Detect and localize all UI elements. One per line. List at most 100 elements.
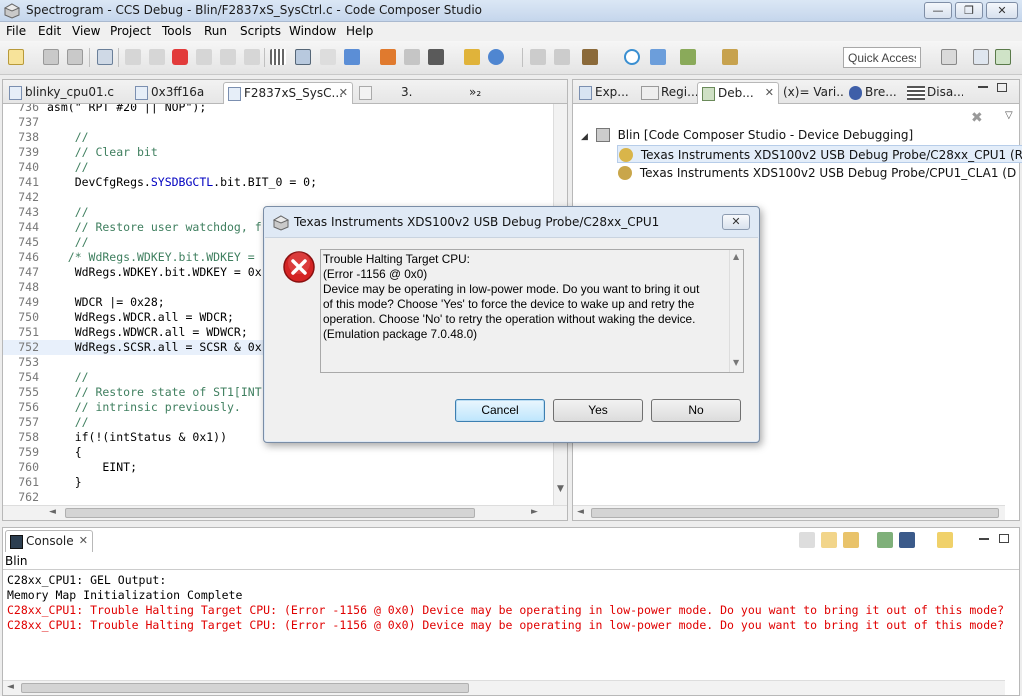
collapse-triangle-icon[interactable]: ◢ <box>581 132 588 142</box>
word-wrap-icon[interactable] <box>843 532 859 548</box>
menu-scripts[interactable]: Scripts <box>240 24 281 38</box>
tab-breakpoints[interactable]: Bre... <box>845 82 903 104</box>
terminal-icon[interactable] <box>97 49 113 65</box>
menu-edit[interactable]: Edit <box>38 24 61 38</box>
step-return-icon[interactable] <box>244 49 260 65</box>
more-tabs-button[interactable]: »₂ <box>455 82 495 104</box>
step-debug-icon[interactable] <box>650 49 666 65</box>
tree-row-cla1[interactable]: Texas Instruments XDS100v2 USB Debug Pro… <box>617 164 1017 182</box>
menu-tools[interactable]: Tools <box>162 24 192 38</box>
cancel-button[interactable]: Cancel <box>455 399 545 422</box>
editor-hscroll-thumb[interactable] <box>65 508 475 518</box>
tab-blinky-cpu01[interactable]: blinky_cpu01.c <box>5 82 129 104</box>
scroll-left-arrow-icon[interactable]: ◄ <box>577 507 584 517</box>
code-line[interactable]: 762 <box>3 490 553 505</box>
tab-expressions[interactable]: Exp... <box>575 82 637 104</box>
pin-console-icon[interactable] <box>877 532 893 548</box>
tab-f2837xs-sysctrl[interactable]: F2837xS_SysC... ✕ <box>223 82 353 104</box>
tab-disassembly[interactable]: 3. <box>355 82 425 104</box>
scroll-left-arrow-icon[interactable]: ◄ <box>49 507 56 517</box>
save-icon[interactable] <box>43 49 59 65</box>
tab-disassembly-view[interactable]: Disa... <box>903 82 963 104</box>
new-icon[interactable] <box>8 49 24 65</box>
suspend-icon[interactable] <box>149 49 165 65</box>
tab-debug[interactable]: Deb... ✕ <box>697 82 779 104</box>
code-line[interactable]: 739 // Clear bit <box>3 145 553 160</box>
message-vertical-scrollbar[interactable]: ▲ ▼ <box>729 250 743 372</box>
debug-hscroll-thumb[interactable] <box>591 508 999 518</box>
external-tools-icon[interactable] <box>722 49 738 65</box>
link-icon[interactable] <box>530 49 546 65</box>
debug-icon[interactable] <box>488 49 504 65</box>
restart-icon[interactable] <box>320 49 336 65</box>
code-line[interactable]: 736 asm(" RPT #20 || NOP"); <box>3 104 553 115</box>
close-tab-icon[interactable]: ✕ <box>339 86 348 99</box>
scroll-down-arrow-icon[interactable]: ▼ <box>733 358 739 367</box>
minimize-button[interactable]: — <box>924 2 952 19</box>
code-line[interactable]: 741 DevCfgRegs.SYSDBGCTL.bit.BIT_0 = 0; <box>3 175 553 190</box>
open-console-icon[interactable] <box>937 532 953 548</box>
close-window-button[interactable]: ✕ <box>986 2 1018 19</box>
menu-help[interactable]: Help <box>346 24 373 38</box>
scroll-down-arrow-icon[interactable]: ▼ <box>557 484 564 494</box>
step-into-icon[interactable] <box>196 49 212 65</box>
maximize-button[interactable]: ❐ <box>955 2 983 19</box>
step-over-icon[interactable] <box>220 49 236 65</box>
console-output[interactable]: C28xx_CPU1: GEL Output: Memory Map Initia… <box>7 573 1015 633</box>
view-menu-chevron-down-icon[interactable]: ▽ <box>1005 110 1013 121</box>
code-line[interactable]: 737 <box>3 115 553 130</box>
yes-button[interactable]: Yes <box>553 399 643 422</box>
window-title-bar[interactable]: Spectrogram - CCS Debug - Blin/F2837xS_S… <box>0 0 1022 22</box>
code-line[interactable]: 742 <box>3 190 553 205</box>
settings-icon[interactable] <box>680 49 696 65</box>
close-tab-icon[interactable]: ✕ <box>79 534 88 547</box>
tree-row-cpu1[interactable]: Texas Instruments XDS100v2 USB Debug Pro… <box>617 145 1022 163</box>
tree-row-project[interactable]: ◢ Blin [Code Composer Studio - Device De… <box>581 126 913 144</box>
scroll-lock-icon[interactable] <box>821 532 837 548</box>
ccs-debug-perspective-icon[interactable] <box>995 49 1011 65</box>
menu-window[interactable]: Window <box>289 24 336 38</box>
close-tab-icon[interactable]: ✕ <box>765 86 774 99</box>
tab-variables[interactable]: (x)= Vari... <box>779 82 845 104</box>
code-line[interactable]: 740 // <box>3 160 553 175</box>
tab-console[interactable]: Console ✕ <box>5 530 93 552</box>
breakpoint-icon[interactable] <box>380 49 396 65</box>
connect-target-icon[interactable] <box>295 49 311 65</box>
menu-project[interactable]: Project <box>110 24 151 38</box>
terminate-icon[interactable] <box>172 49 188 65</box>
scroll-right-arrow-icon[interactable]: ► <box>531 507 538 517</box>
menu-file[interactable]: File <box>6 24 26 38</box>
code-line[interactable]: 761 } <box>3 475 553 490</box>
unlink-icon[interactable] <box>554 49 570 65</box>
no-button[interactable]: No <box>651 399 741 422</box>
quick-access-input[interactable] <box>843 47 921 68</box>
dialog-message-box[interactable]: Trouble Halting Target CPU: (Error -1156 … <box>320 249 744 373</box>
search-icon[interactable] <box>624 49 640 65</box>
reset-icon[interactable] <box>404 49 420 65</box>
memory-grid-icon[interactable] <box>270 49 286 65</box>
scroll-left-arrow-icon[interactable]: ◄ <box>7 682 14 692</box>
maximize-view-icon[interactable] <box>999 534 1009 543</box>
ccs-edit-perspective-icon[interactable] <box>973 49 989 65</box>
code-line[interactable]: 759 { <box>3 445 553 460</box>
minimize-view-icon[interactable] <box>979 538 989 540</box>
menu-view[interactable]: View <box>72 24 100 38</box>
minimize-view-icon[interactable] <box>978 86 988 88</box>
menu-run[interactable]: Run <box>204 24 227 38</box>
display-console-icon[interactable] <box>899 532 915 548</box>
run-icon[interactable] <box>464 49 480 65</box>
build-icon[interactable] <box>428 49 444 65</box>
console-hscroll-thumb[interactable] <box>21 683 469 693</box>
hammer-icon[interactable] <box>582 49 598 65</box>
tab-address-0x3ff16a[interactable]: 0x3ff16a <box>131 82 221 104</box>
console-horizontal-scrollbar[interactable]: ◄ <box>3 680 1005 695</box>
maximize-view-icon[interactable] <box>997 83 1007 92</box>
editor-horizontal-scrollbar[interactable]: ◄ ► <box>3 505 567 520</box>
resume-icon[interactable] <box>125 49 141 65</box>
load-program-icon[interactable] <box>344 49 360 65</box>
code-line[interactable]: 738 // <box>3 130 553 145</box>
open-perspective-icon[interactable] <box>941 49 957 65</box>
remove-terminated-icon[interactable]: ✖ <box>971 110 987 126</box>
save-all-icon[interactable] <box>67 49 83 65</box>
debug-horizontal-scrollbar[interactable]: ◄ <box>573 505 1005 520</box>
